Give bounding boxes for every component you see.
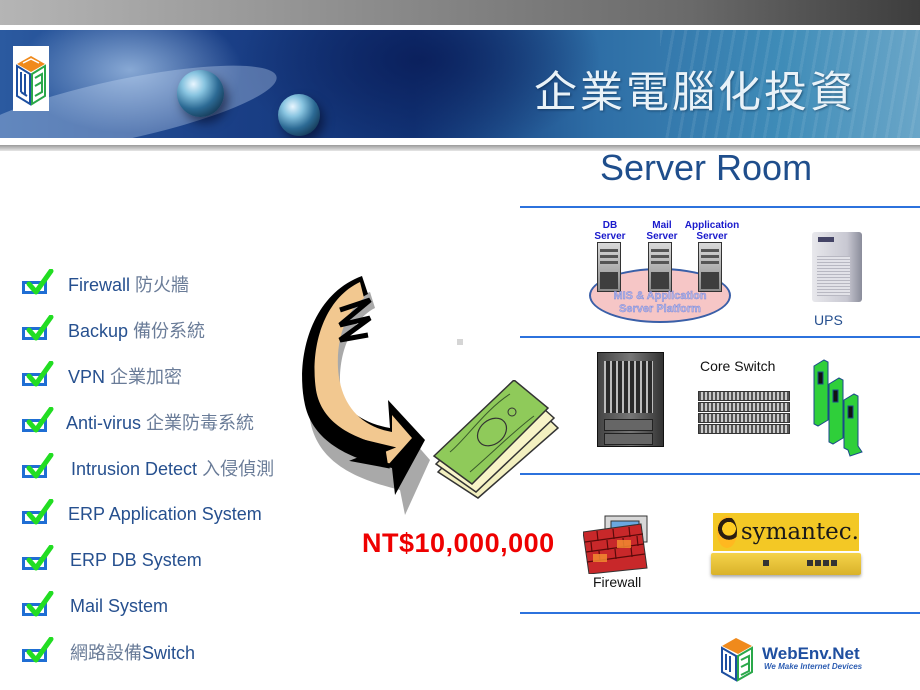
web-cube-logo xyxy=(13,46,49,111)
checklist-label: Anti-virus 企業防毒系統 xyxy=(66,413,255,434)
firewall-label: Firewall xyxy=(593,574,642,590)
checkbox-checked-icon xyxy=(22,269,54,299)
water-droplet-orb xyxy=(177,70,224,117)
checklist-item: VPN 企業加密 xyxy=(22,361,182,391)
water-droplet-orb xyxy=(278,94,320,136)
curved-arrow-icon xyxy=(302,276,430,515)
section-divider xyxy=(520,612,920,614)
footer-tagline: We Make Internet Devices xyxy=(764,662,863,671)
section-divider xyxy=(520,336,920,338)
checklist-label: Intrusion Detect 入侵偵測 xyxy=(71,459,275,480)
firewall-icon xyxy=(583,515,648,574)
checklist-label: 網路設備Switch xyxy=(70,643,196,664)
checkbox-checked-icon xyxy=(22,591,54,621)
symantec-logo: symantec. xyxy=(713,513,859,551)
checkbox-checked-icon xyxy=(22,407,54,437)
mail-server-icon xyxy=(648,242,672,292)
webenv-cube-logo-icon xyxy=(721,638,753,682)
symantec-appliance-icon xyxy=(711,553,861,575)
application-server-icon xyxy=(698,242,722,292)
checkbox-checked-icon xyxy=(22,545,54,575)
mail-server-label: Mail Server xyxy=(646,220,678,242)
header-banner: 企業電腦化投資 xyxy=(0,30,920,138)
symantec-brand: symantec. xyxy=(740,519,859,545)
checklist-item: Firewall 防火牆 xyxy=(22,269,189,299)
checklist-item: ERP DB System xyxy=(22,545,202,575)
checkbox-checked-icon xyxy=(22,315,54,345)
section-heading: Server Room xyxy=(600,147,813,188)
checklist-item: 網路設備Switch xyxy=(22,637,195,667)
platform-label: MIS & Application Server Platform xyxy=(613,290,707,315)
checklist-item: Mail System xyxy=(22,591,168,621)
checkbox-checked-icon xyxy=(22,637,54,667)
checklist-label: Backup 備份系統 xyxy=(68,321,206,342)
core-switch-icon xyxy=(698,391,790,435)
checklist-item: Anti-virus 企業防毒系統 xyxy=(22,407,254,437)
checklist-label: ERP Application System xyxy=(68,503,262,524)
db-server-label: DB Server xyxy=(594,220,626,242)
top-gradient-bar xyxy=(0,0,920,25)
checkbox-checked-icon xyxy=(22,499,54,529)
checklist-label: Mail System xyxy=(70,595,169,616)
db-server-icon xyxy=(597,242,621,292)
application-server-label: Application Server xyxy=(684,220,740,242)
checklist-item: Intrusion Detect 入侵偵測 xyxy=(22,453,274,483)
network-modules-icon xyxy=(813,359,863,457)
chassis-switch-icon xyxy=(597,352,664,447)
core-switch-label: Core Switch xyxy=(700,358,776,374)
ups-label: UPS xyxy=(814,312,843,328)
checklist-item: Backup 備份系統 xyxy=(22,315,205,345)
checklist-label: Firewall 防火牆 xyxy=(68,275,190,296)
section-divider xyxy=(520,473,920,475)
ups-icon xyxy=(812,232,862,302)
checklist-item: ERP Application System xyxy=(22,499,262,529)
symantec-swirl-icon xyxy=(717,516,737,548)
placeholder-dot xyxy=(457,339,463,345)
money-stack-icon xyxy=(432,380,560,499)
footer-brand: WebEnv.Net xyxy=(762,644,860,663)
checklist-label: ERP DB System xyxy=(70,549,202,570)
checkbox-checked-icon xyxy=(22,361,54,391)
section-divider xyxy=(520,206,920,208)
checkbox-checked-icon xyxy=(22,453,54,483)
investment-price: NT$10,000,000 xyxy=(362,528,555,558)
page-title: 企業電腦化投資 xyxy=(534,68,856,118)
checklist-label: VPN 企業加密 xyxy=(68,367,183,388)
